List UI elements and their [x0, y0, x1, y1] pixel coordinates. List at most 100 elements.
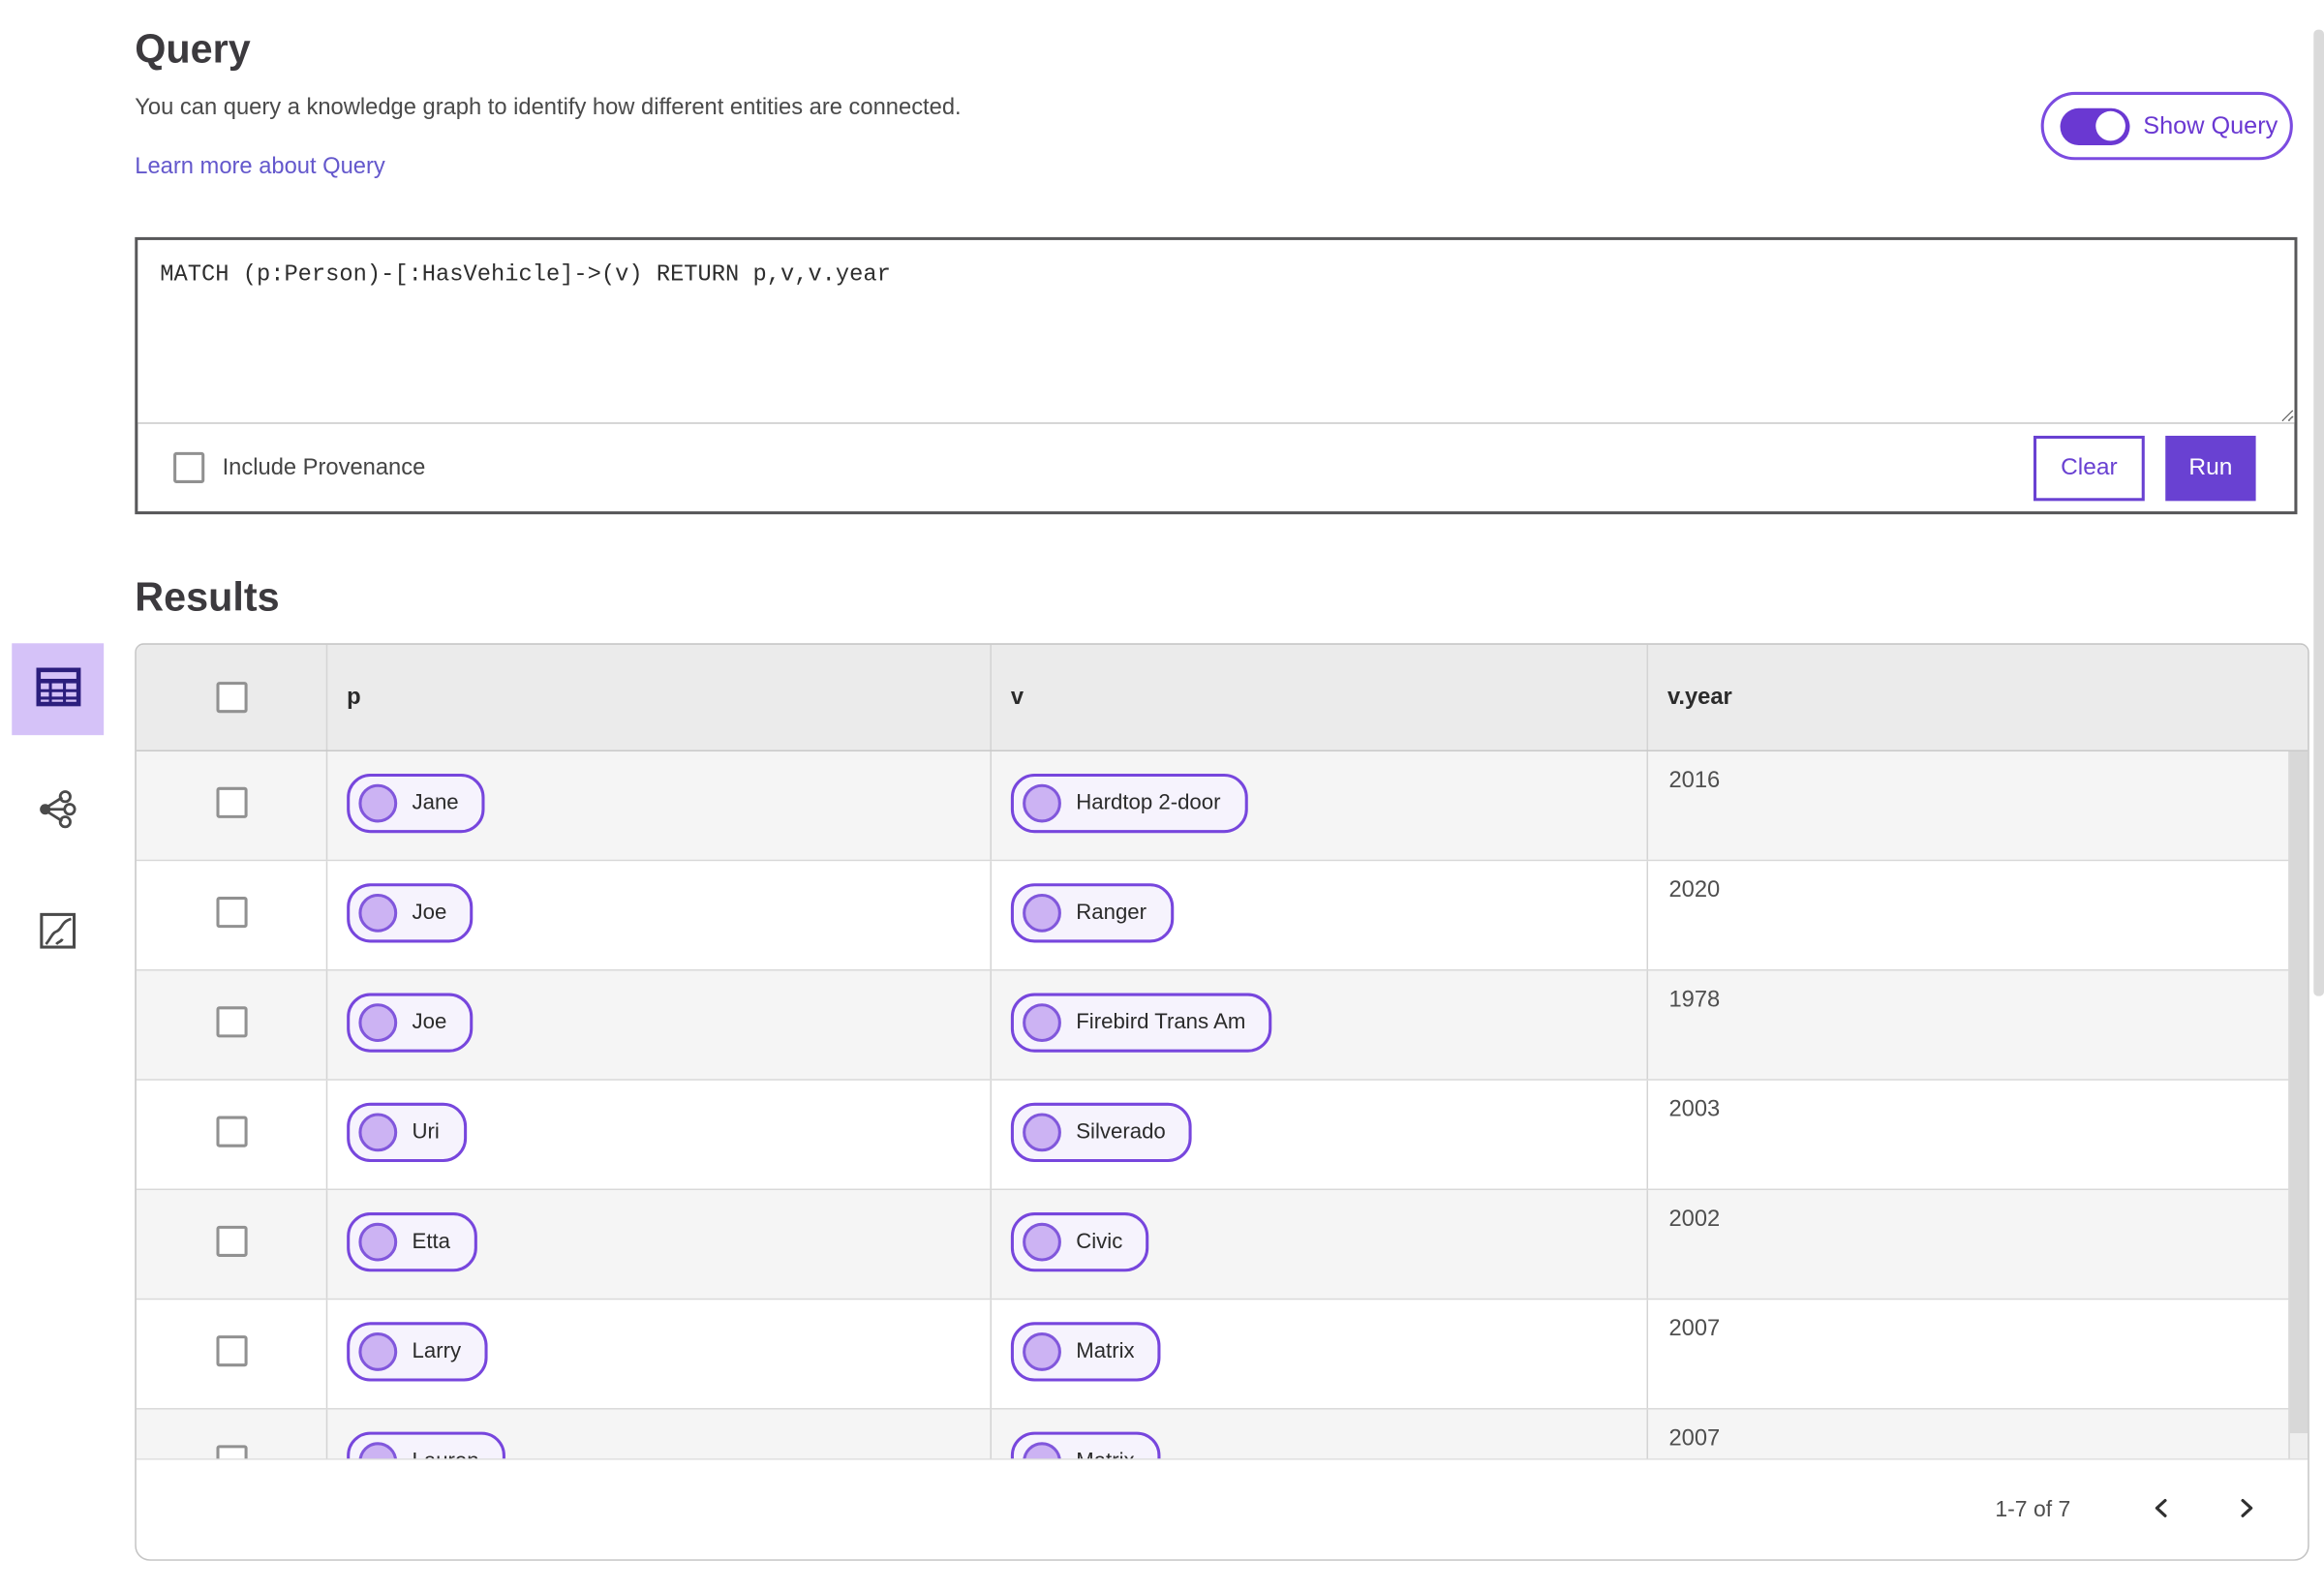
node-icon: [1023, 1332, 1061, 1371]
person-node-label: Larry: [412, 1339, 462, 1364]
person-node-label: Uri: [412, 1120, 440, 1145]
v-year-cell: 2016: [1648, 751, 2308, 860]
p-cell: Jane: [327, 751, 992, 860]
vehicle-node-pill[interactable]: Matrix: [1010, 1322, 1162, 1382]
node-icon: [358, 1113, 398, 1152]
column-header-v: v: [992, 644, 1649, 750]
person-node-label: Joe: [412, 1010, 447, 1035]
vehicle-node-pill[interactable]: Civic: [1010, 1212, 1149, 1272]
table-row: Etta Civic 2002: [136, 1190, 2309, 1300]
include-provenance-checkbox[interactable]: [173, 451, 205, 483]
person-node-pill[interactable]: Joe: [347, 883, 474, 943]
vehicle-node-label: Hardtop 2-door: [1076, 791, 1221, 815]
v-year-value: 2002: [1668, 1206, 1721, 1232]
vehicle-node-label: Civic: [1076, 1230, 1123, 1254]
table-scrollbar-thumb[interactable]: [2289, 751, 2309, 1433]
column-header-p: p: [327, 644, 992, 750]
clear-button[interactable]: Clear: [2033, 435, 2145, 501]
node-icon: [358, 1003, 398, 1043]
select-all-checkbox[interactable]: [215, 682, 247, 714]
chevron-right-icon: [2235, 1496, 2257, 1523]
include-provenance-label: Include Provenance: [222, 454, 426, 480]
select-all-cell: [137, 644, 328, 750]
table-row: Uri Silverado 2003: [136, 1080, 2309, 1191]
vehicle-node-pill[interactable]: Ranger: [1010, 883, 1174, 943]
query-input[interactable]: MATCH (p:Person)-[:HasVehicle]->(v) RETU…: [138, 239, 2295, 423]
vehicle-node-pill[interactable]: Firebird Trans Am: [1010, 993, 1272, 1053]
vehicle-node-label: Firebird Trans Am: [1076, 1010, 1246, 1035]
v-year-cell: 2007: [1648, 1300, 2308, 1408]
v-year-value: 2016: [1668, 767, 1721, 793]
v-year-value: 1978: [1668, 987, 1721, 1013]
v-year-value: 2020: [1668, 877, 1721, 903]
person-node-pill[interactable]: Joe: [347, 993, 474, 1053]
vehicle-node-pill[interactable]: Hardtop 2-door: [1010, 773, 1248, 834]
table-row: Larry Matrix 2007: [136, 1300, 2309, 1410]
row-checkbox[interactable]: [215, 1225, 247, 1257]
p-cell: Uri: [327, 1080, 992, 1189]
node-icon: [1023, 1113, 1061, 1152]
node-icon: [1023, 783, 1061, 823]
person-node-pill[interactable]: Etta: [347, 1212, 477, 1272]
query-panel: MATCH (p:Person)-[:HasVehicle]->(v) RETU…: [135, 236, 2298, 515]
v-year-cell: 1978: [1648, 971, 2308, 1080]
person-node-label: Etta: [412, 1230, 450, 1254]
person-node-label: Jane: [412, 791, 459, 815]
table-row: Joe Ranger 2020: [136, 861, 2309, 971]
p-cell: Joe: [327, 861, 992, 970]
toggle-switch-on[interactable]: [2060, 107, 2130, 145]
row-select-cell: [137, 861, 328, 970]
v-year-value: 2007: [1668, 1316, 1721, 1342]
results-table: p v v.year Jane Hardtop 2-door 2016 Joe …: [135, 643, 2309, 1561]
p-cell: Etta: [327, 1190, 992, 1299]
vehicle-node-pill[interactable]: Silverado: [1010, 1102, 1193, 1162]
v-year-cell: 2003: [1648, 1081, 2308, 1189]
v-cell: Silverado: [992, 1080, 1649, 1189]
row-checkbox[interactable]: [215, 1335, 247, 1367]
v-cell: Ranger: [992, 861, 1649, 970]
results-view-switcher: [12, 643, 105, 978]
learn-more-link[interactable]: Learn more about Query: [135, 154, 384, 181]
table-body: Jane Hardtop 2-door 2016 Joe Ranger 2020…: [136, 751, 2309, 1519]
row-select-cell: [137, 970, 328, 1080]
run-button[interactable]: Run: [2165, 435, 2256, 501]
query-page: Query You can query a knowledge graph to…: [0, 0, 2324, 1591]
node-icon: [1023, 1222, 1061, 1262]
column-header-v-year: v.year: [1667, 685, 1732, 711]
toggle-knob: [2095, 110, 2125, 141]
person-node-pill[interactable]: Larry: [347, 1322, 488, 1382]
show-query-toggle[interactable]: Show Query: [2040, 91, 2293, 161]
row-checkbox[interactable]: [215, 897, 247, 929]
node-icon: [358, 783, 398, 823]
table-row: Joe Firebird Trans Am 1978: [136, 970, 2309, 1081]
person-node-pill[interactable]: Uri: [347, 1102, 467, 1162]
v-year-value: 2003: [1668, 1096, 1721, 1122]
network-view-button[interactable]: [12, 765, 104, 857]
row-select-cell: [137, 1300, 328, 1409]
person-node-pill[interactable]: Jane: [347, 773, 486, 834]
network-view-icon: [37, 788, 78, 834]
node-icon: [1023, 893, 1061, 933]
previous-page-button[interactable]: [2145, 1490, 2179, 1529]
v-year-cell: 2002: [1648, 1190, 2308, 1299]
map-view-button[interactable]: [12, 886, 104, 978]
row-checkbox[interactable]: [215, 1006, 247, 1038]
node-icon: [1023, 1003, 1061, 1043]
chevron-left-icon: [2151, 1496, 2173, 1523]
row-checkbox[interactable]: [215, 1116, 247, 1147]
node-icon: [358, 1222, 398, 1262]
next-page-button[interactable]: [2229, 1490, 2263, 1529]
table-view-icon: [35, 667, 80, 712]
row-checkbox[interactable]: [215, 786, 247, 818]
vehicle-node-label: Ranger: [1076, 901, 1147, 926]
table-scrollbar[interactable]: [2288, 751, 2309, 1462]
show-query-label: Show Query: [2143, 111, 2278, 139]
table-view-button[interactable]: [12, 643, 105, 736]
v-year-value: 2007: [1668, 1425, 1721, 1452]
page-scrollbar-thumb[interactable]: [2313, 29, 2324, 996]
v-year-cell: 2020: [1648, 861, 2308, 969]
person-node-label: Joe: [412, 901, 447, 926]
table-header-row: p v v.year: [136, 644, 2309, 752]
pagination-bar: 1-7 of 7: [136, 1458, 2309, 1560]
row-select-cell: [137, 1190, 328, 1299]
